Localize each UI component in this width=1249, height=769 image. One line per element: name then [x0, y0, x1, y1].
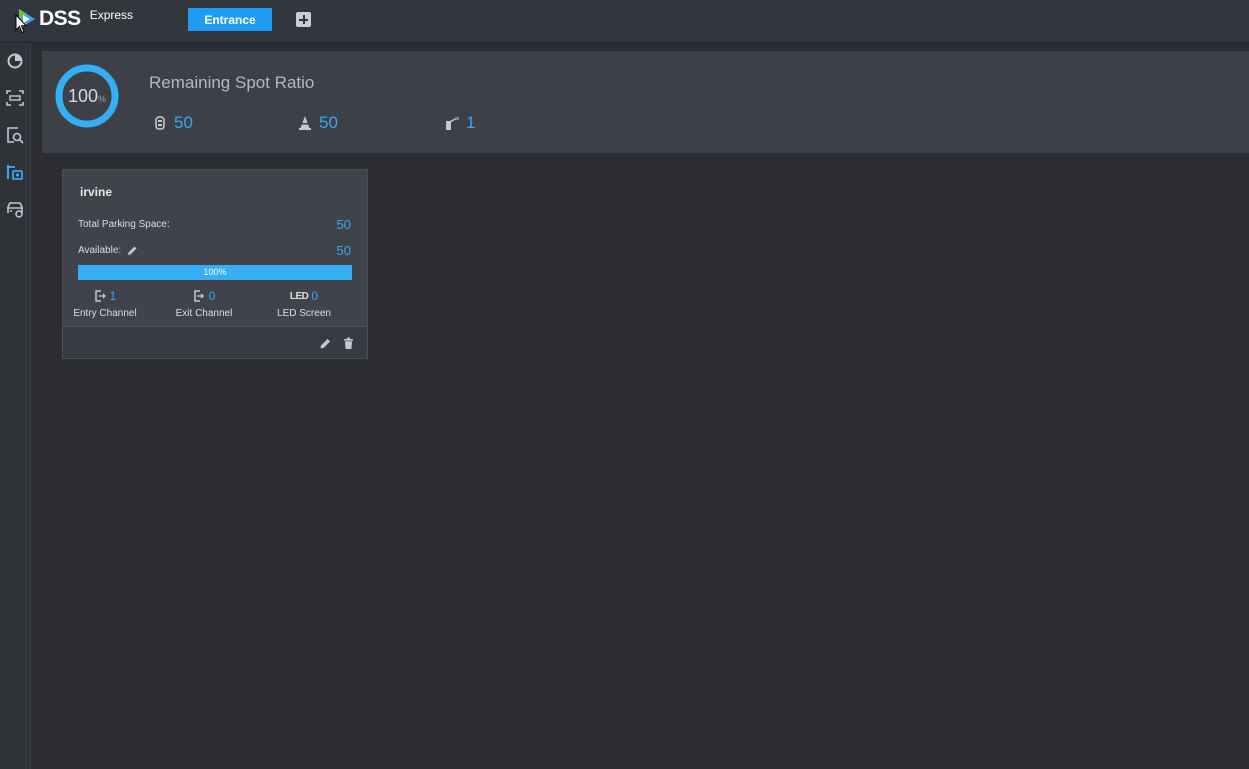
- led-screen-icon: LED: [289, 290, 309, 302]
- led-screen-label: LED Screen: [277, 308, 331, 319]
- barrier-gate-icon: [446, 117, 459, 130]
- sidebar-item-dashboard[interactable]: [5, 51, 25, 71]
- ratio-ring-label: 100 %: [54, 63, 120, 129]
- entry-channel: 1 Entry Channel: [59, 288, 151, 319]
- parking-space-icon: [155, 116, 165, 130]
- total-space-value: 50: [336, 217, 351, 232]
- led-screen-count: 0: [311, 289, 319, 303]
- total-space-label: Total Parking Space:: [78, 219, 170, 230]
- stat-entrances-value: 1: [466, 113, 476, 132]
- parking-lot-icon: [7, 165, 23, 180]
- availability-progress-bar: 100%: [78, 265, 352, 280]
- scan-frame-icon: [6, 90, 24, 106]
- traffic-cone-icon: [299, 116, 311, 130]
- summary-panel: 100 % Remaining Spot Ratio 50 50 1: [42, 51, 1249, 153]
- vehicle-icon: [7, 202, 23, 218]
- ratio-value: 100: [67, 85, 99, 106]
- card-footer: [63, 326, 367, 358]
- exit-channel-icon: [193, 290, 204, 302]
- available-label-text: Available:: [78, 245, 122, 256]
- total-space-label-text: Total Parking Space:: [78, 219, 170, 230]
- stat-available-spaces: 50: [297, 113, 338, 133]
- app-window: DSS Express Entrance 100 % Remaining Spo…: [0, 0, 1249, 769]
- app-logo: DSS Express: [16, 5, 133, 35]
- logo-text: DSS: [39, 7, 81, 30]
- sidebar-item-scan[interactable]: [5, 88, 25, 108]
- summary-title: Remaining Spot Ratio: [149, 73, 315, 92]
- delete-lot-icon[interactable]: [342, 337, 355, 350]
- search-record-icon: [7, 127, 24, 144]
- edit-lot-icon[interactable]: [319, 337, 332, 350]
- edit-available-icon[interactable]: [127, 245, 138, 256]
- exit-channel-count: 0: [208, 289, 216, 303]
- sidebar-item-vehicle[interactable]: [5, 199, 25, 219]
- available-label: Available:: [78, 245, 138, 256]
- add-tab-icon[interactable]: [296, 12, 311, 27]
- stat-entrances: 1: [444, 113, 475, 133]
- lot-name: irvine: [80, 185, 113, 199]
- stat-parking-spaces-value: 50: [174, 113, 193, 132]
- sidebar-item-search-record[interactable]: [5, 125, 25, 145]
- exit-channel-label: Exit Channel: [175, 308, 233, 319]
- exit-channel: 0 Exit Channel: [158, 288, 250, 319]
- sidebar: [0, 43, 31, 769]
- logo-subtitle: Express: [89, 8, 134, 22]
- tab-entrance[interactable]: Entrance: [188, 8, 272, 31]
- ratio-unit: %: [98, 94, 107, 104]
- stat-available-spaces-value: 50: [319, 113, 338, 132]
- parking-lot-card: irvine Total Parking Space: 50 Available…: [62, 169, 368, 359]
- entry-channel-count: 1: [109, 289, 117, 303]
- available-value: 50: [336, 243, 351, 258]
- entry-channel-icon: [94, 290, 106, 302]
- progress-text: 100%: [203, 267, 227, 277]
- dashboard-icon: [7, 53, 23, 69]
- mouse-cursor-icon: [15, 14, 27, 34]
- led-screen: LED 0 LED Screen: [258, 288, 350, 319]
- top-bar: DSS Express Entrance: [0, 0, 1249, 42]
- sidebar-item-parking-lot[interactable]: [5, 162, 25, 182]
- entry-channel-label: Entry Channel: [73, 308, 137, 319]
- stat-parking-spaces: 50: [152, 113, 193, 133]
